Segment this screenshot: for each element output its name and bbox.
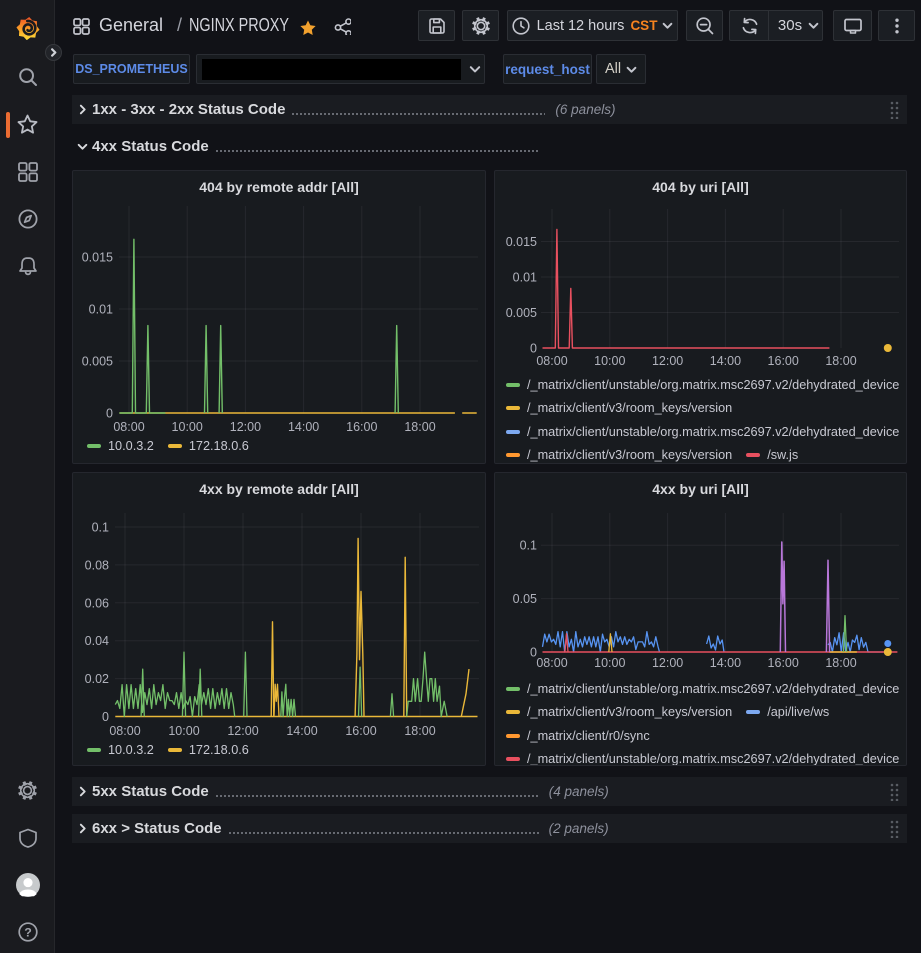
svg-text:0: 0 (106, 407, 113, 421)
svg-text:16:00: 16:00 (346, 420, 377, 434)
svg-text:16:00: 16:00 (345, 724, 376, 738)
svg-text:10:00: 10:00 (168, 724, 199, 738)
svg-text:0.005: 0.005 (506, 306, 537, 320)
svg-text:08:00: 08:00 (109, 724, 140, 738)
svg-text:10:00: 10:00 (172, 420, 203, 434)
svg-text:14:00: 14:00 (286, 724, 317, 738)
svg-text:18:00: 18:00 (404, 420, 435, 434)
svg-text:0.01: 0.01 (89, 303, 113, 317)
svg-text:0.1: 0.1 (92, 521, 109, 535)
svg-text:12:00: 12:00 (652, 354, 683, 368)
svg-text:08:00: 08:00 (536, 656, 567, 670)
svg-text:16:00: 16:00 (768, 354, 799, 368)
svg-text:14:00: 14:00 (710, 656, 741, 670)
svg-text:0.01: 0.01 (513, 271, 537, 285)
svg-text:10:00: 10:00 (594, 656, 625, 670)
svg-text:14:00: 14:00 (710, 354, 741, 368)
svg-text:0.1: 0.1 (520, 539, 537, 553)
svg-text:0.04: 0.04 (85, 634, 109, 648)
svg-text:0.015: 0.015 (506, 235, 537, 249)
svg-text:08:00: 08:00 (113, 420, 144, 434)
svg-text:0.02: 0.02 (85, 672, 109, 686)
svg-text:0.005: 0.005 (82, 355, 113, 369)
svg-text:0.08: 0.08 (85, 558, 109, 572)
svg-text:0.05: 0.05 (513, 592, 537, 606)
svg-text:18:00: 18:00 (404, 724, 435, 738)
svg-text:?: ? (24, 925, 32, 939)
svg-text:18:00: 18:00 (825, 354, 856, 368)
svg-text:12:00: 12:00 (227, 724, 258, 738)
svg-text:18:00: 18:00 (825, 656, 856, 670)
svg-text:08:00: 08:00 (536, 354, 567, 368)
svg-text:12:00: 12:00 (652, 656, 683, 670)
svg-text:10:00: 10:00 (594, 354, 625, 368)
svg-text:0.015: 0.015 (82, 251, 113, 265)
svg-text:0.06: 0.06 (85, 596, 109, 610)
svg-text:0: 0 (102, 710, 109, 724)
svg-text:14:00: 14:00 (288, 420, 319, 434)
svg-text:16:00: 16:00 (768, 656, 799, 670)
svg-text:12:00: 12:00 (230, 420, 261, 434)
